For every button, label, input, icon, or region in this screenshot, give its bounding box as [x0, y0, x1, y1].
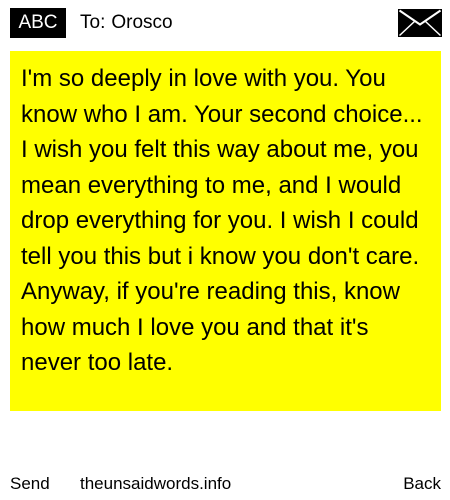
- back-button[interactable]: Back: [403, 470, 441, 498]
- input-mode-badge[interactable]: ABC: [10, 8, 66, 38]
- recipient-name: Orosco: [111, 12, 173, 33]
- envelope-icon: [398, 9, 442, 37]
- softkey-bar: Send theunsaidwords.info Back: [0, 470, 450, 498]
- site-label: theunsaidwords.info: [80, 474, 232, 493]
- recipient-line: To: Orosco: [80, 8, 173, 38]
- message-body[interactable]: I'm so deeply in love with you. You know…: [10, 51, 441, 411]
- message-header: ABC To: Orosco: [0, 0, 450, 46]
- to-label: To:: [80, 12, 106, 33]
- send-button[interactable]: Send: [10, 470, 50, 498]
